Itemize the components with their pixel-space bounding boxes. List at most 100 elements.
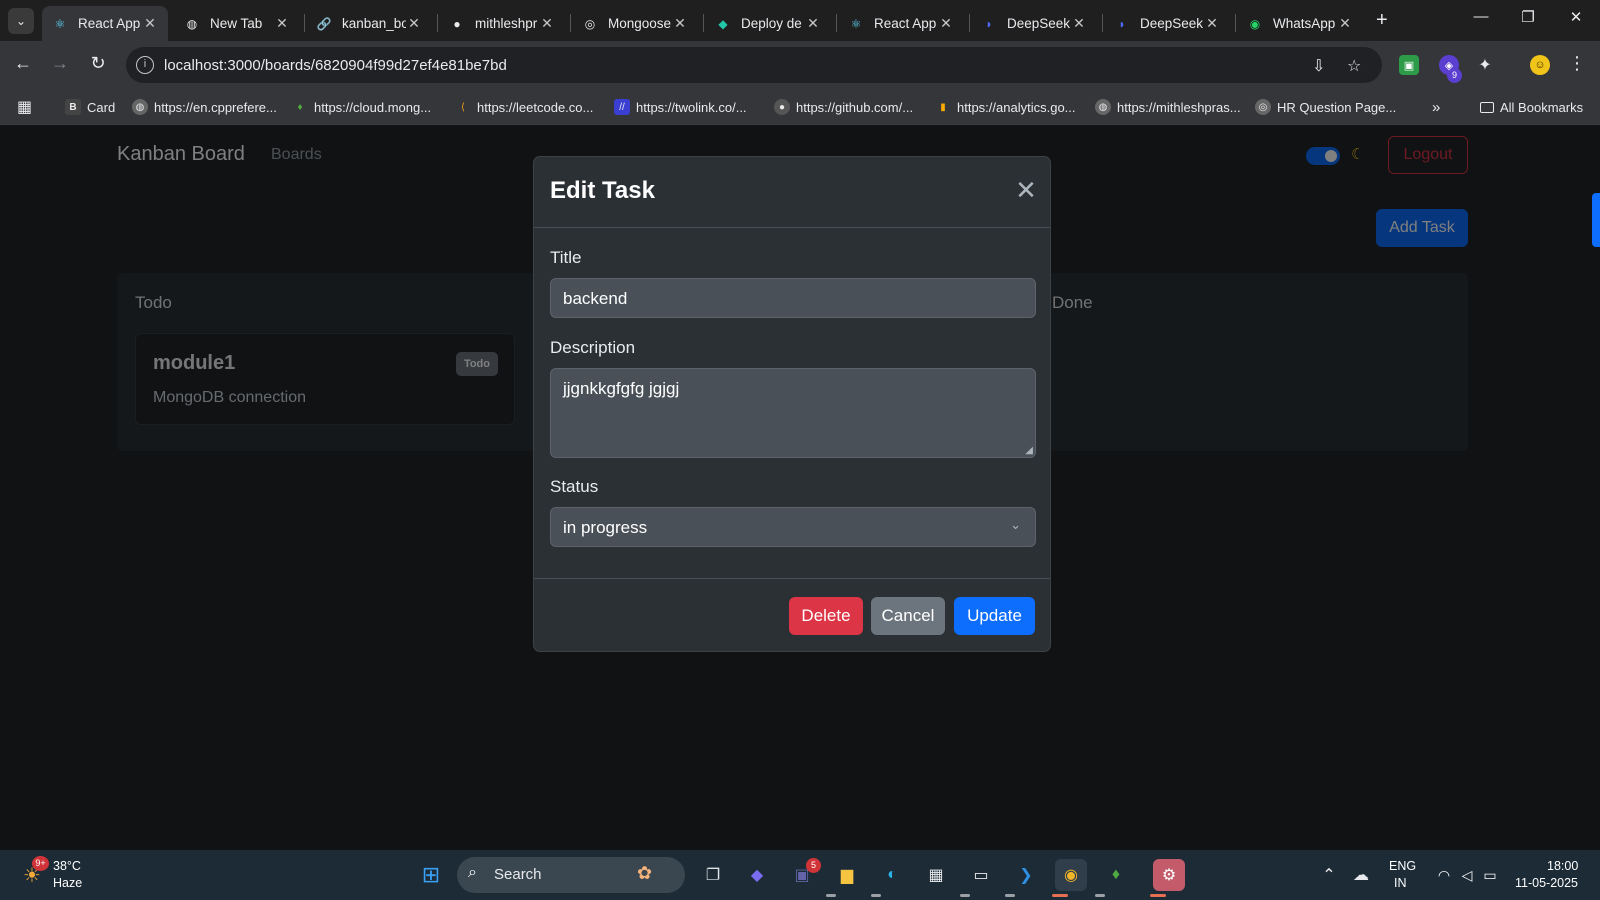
taskbar-search[interactable]: ⌕ Search ✿ (457, 857, 685, 893)
tab-github[interactable]: ● mithleshpr ✕ (439, 6, 565, 41)
bookmark-hr-question[interactable]: ◎ HR Question Page... (1255, 97, 1396, 117)
running-indicator (960, 894, 970, 897)
close-icon[interactable]: ✕ (1013, 175, 1039, 205)
region-indicator[interactable]: IN (1394, 876, 1407, 890)
bookmark-star-icon[interactable]: ☆ (1347, 56, 1361, 76)
minimize-icon[interactable]: — (1466, 8, 1496, 25)
task-view-icon[interactable]: ❐ (697, 859, 729, 891)
tab-separator (1102, 14, 1103, 32)
cancel-button[interactable]: Cancel (871, 597, 945, 635)
close-tab-icon[interactable]: ✕ (1204, 15, 1220, 32)
bookmark-mithlesh[interactable]: ◍ https://mithleshpras... (1095, 97, 1241, 117)
back-arrow-icon[interactable]: ← (11, 53, 35, 74)
description-textarea-value: jjgnkkgfgfg jgjgj (563, 379, 680, 398)
bookmark-twolink[interactable]: // https://twolink.co/... (614, 97, 747, 117)
bookmark-label: https://mithleshpras... (1117, 99, 1241, 115)
bookmark-leetcode[interactable]: ⟨ https://leetcode.co... (455, 97, 593, 117)
address-bar[interactable]: i localhost:3000/boards/6820904f99d27ef4… (126, 47, 1382, 83)
bookmark-label: https://leetcode.co... (477, 99, 594, 115)
vscode-icon[interactable]: ❯ (1010, 859, 1042, 891)
globe-icon: ◎ (1255, 99, 1271, 115)
chevron-down-icon: ⌄ (1010, 517, 1021, 532)
resize-handle-icon[interactable]: ◢ (1025, 445, 1033, 456)
browser-tab-bar: ⌄ ⚛ React App ✕ ◍ New Tab ✕ 🔗 kanban_bo … (0, 0, 1600, 41)
extension-green-icon[interactable]: ▣ (1399, 55, 1419, 75)
windows-start-icon[interactable]: ⊞ (415, 859, 447, 891)
modal-footer: Delete Cancel Update (534, 578, 1050, 651)
all-bookmarks[interactable]: All Bookmarks (1480, 97, 1583, 117)
bookmark-github[interactable]: ● https://github.com/... (774, 97, 913, 117)
bookmark-cppreference[interactable]: ◍ https://en.cpprefere... (132, 97, 277, 117)
close-tab-icon[interactable]: ✕ (1071, 15, 1087, 32)
bookmark-card[interactable]: B Card (65, 97, 115, 117)
extensions-puzzle-icon[interactable]: ✦ (1475, 55, 1495, 75)
tab-label: WhatsApp (1273, 16, 1336, 31)
side-panel-tab[interactable] (1592, 193, 1600, 247)
weather-temp[interactable]: 38°C (53, 859, 81, 873)
onedrive-icon[interactable]: ☁ (1345, 859, 1377, 891)
tab-react-app[interactable]: ⚛ React App ✕ (42, 6, 168, 41)
battery-icon[interactable]: ▭ (1474, 859, 1506, 891)
bootstrap-icon: B (65, 99, 81, 115)
tab-deploy[interactable]: ◆ Deploy de ✕ (705, 6, 831, 41)
close-tab-icon[interactable]: ✕ (805, 15, 821, 32)
description-textarea[interactable]: jjgnkkgfgfg jgjgj ◢ (550, 368, 1036, 458)
site-info-icon[interactable]: i (136, 56, 154, 74)
weather-desc[interactable]: Haze (53, 876, 82, 890)
bookmark-mongo-cloud[interactable]: ♦ https://cloud.mong... (292, 97, 431, 117)
tab-separator (437, 14, 438, 32)
tab-react-app-2[interactable]: ⚛ React App ✕ (838, 6, 964, 41)
close-tab-icon[interactable]: ✕ (1337, 15, 1353, 32)
forward-arrow-icon[interactable]: → (48, 53, 72, 74)
store-icon[interactable]: ▦ (920, 859, 952, 891)
close-tab-icon[interactable]: ✕ (938, 15, 954, 32)
close-tab-icon[interactable]: ✕ (539, 15, 555, 32)
search-icon: ⌕ (468, 864, 477, 881)
folder-icon (1480, 101, 1494, 113)
apps-grid-icon[interactable]: ▦ (17, 97, 32, 117)
install-app-icon[interactable]: ⇩ (1312, 56, 1325, 76)
edge-icon[interactable]: ◐ (876, 859, 908, 891)
tab-new-tab[interactable]: ◍ New Tab ✕ (174, 6, 300, 41)
tab-deepseek-2[interactable]: ◗ DeepSeek ✕ (1104, 6, 1230, 41)
tab-deepseek[interactable]: ◗ DeepSeek ✕ (971, 6, 1097, 41)
tab-mongoose[interactable]: ◎ Mongoose ✕ (572, 6, 698, 41)
tab-label: Deploy de (741, 16, 802, 31)
tab-search-chevron-icon[interactable]: ⌄ (8, 8, 34, 34)
status-select[interactable]: in progress ⌄ (550, 507, 1036, 547)
terminal-icon[interactable]: ▭ (965, 859, 997, 891)
tab-separator (1235, 14, 1236, 32)
status-label: Status (550, 477, 599, 496)
bookmark-analytics[interactable]: ▮ https://analytics.go... (935, 97, 1075, 117)
close-tab-icon[interactable]: ✕ (406, 15, 422, 32)
title-input[interactable]: backend (550, 278, 1036, 318)
clock-time[interactable]: 18:00 (1547, 859, 1578, 873)
reload-icon[interactable]: ↻ (86, 53, 110, 74)
close-tab-icon[interactable]: ✕ (274, 15, 290, 32)
chrome-icon[interactable]: ◉ (1055, 859, 1087, 891)
file-explorer-icon[interactable]: ▆ (831, 859, 863, 891)
clock-date[interactable]: 11-05-2025 (1515, 876, 1578, 890)
globe-icon: ◍ (186, 16, 198, 31)
copilot-icon[interactable]: ◆ (741, 859, 773, 891)
menu-kebab-icon[interactable]: ⋮ (1565, 53, 1589, 74)
mongodb-compass-icon[interactable]: ♦ (1100, 859, 1132, 891)
tab-label: mithleshpr (475, 16, 538, 31)
tab-whatsapp[interactable]: ◉ WhatsApp ✕ (1237, 6, 1363, 41)
bookmark-label: https://en.cpprefere... (154, 99, 277, 115)
close-tab-icon[interactable]: ✕ (142, 15, 158, 32)
address-url[interactable]: localhost:3000/boards/6820904f99d27ef4e8… (164, 57, 507, 74)
show-hidden-icons-chevron-icon[interactable]: ⌃ (1313, 859, 1345, 891)
restore-icon[interactable]: ❐ (1513, 8, 1543, 26)
close-tab-icon[interactable]: ✕ (672, 15, 688, 32)
close-window-icon[interactable]: ✕ (1561, 8, 1591, 26)
react-icon: ⚛ (850, 16, 862, 31)
more-bookmarks-chevron-icon[interactable]: » (1432, 97, 1440, 117)
settings-gear-icon[interactable]: ⚙ (1153, 859, 1185, 891)
language-indicator[interactable]: ENG (1389, 859, 1416, 873)
update-button[interactable]: Update (954, 597, 1035, 635)
new-tab-plus-icon[interactable]: + (1376, 9, 1388, 32)
delete-button[interactable]: Delete (789, 597, 863, 635)
tab-kanban[interactable]: 🔗 kanban_bo ✕ (306, 6, 432, 41)
profile-avatar[interactable]: ☺ (1530, 55, 1550, 75)
